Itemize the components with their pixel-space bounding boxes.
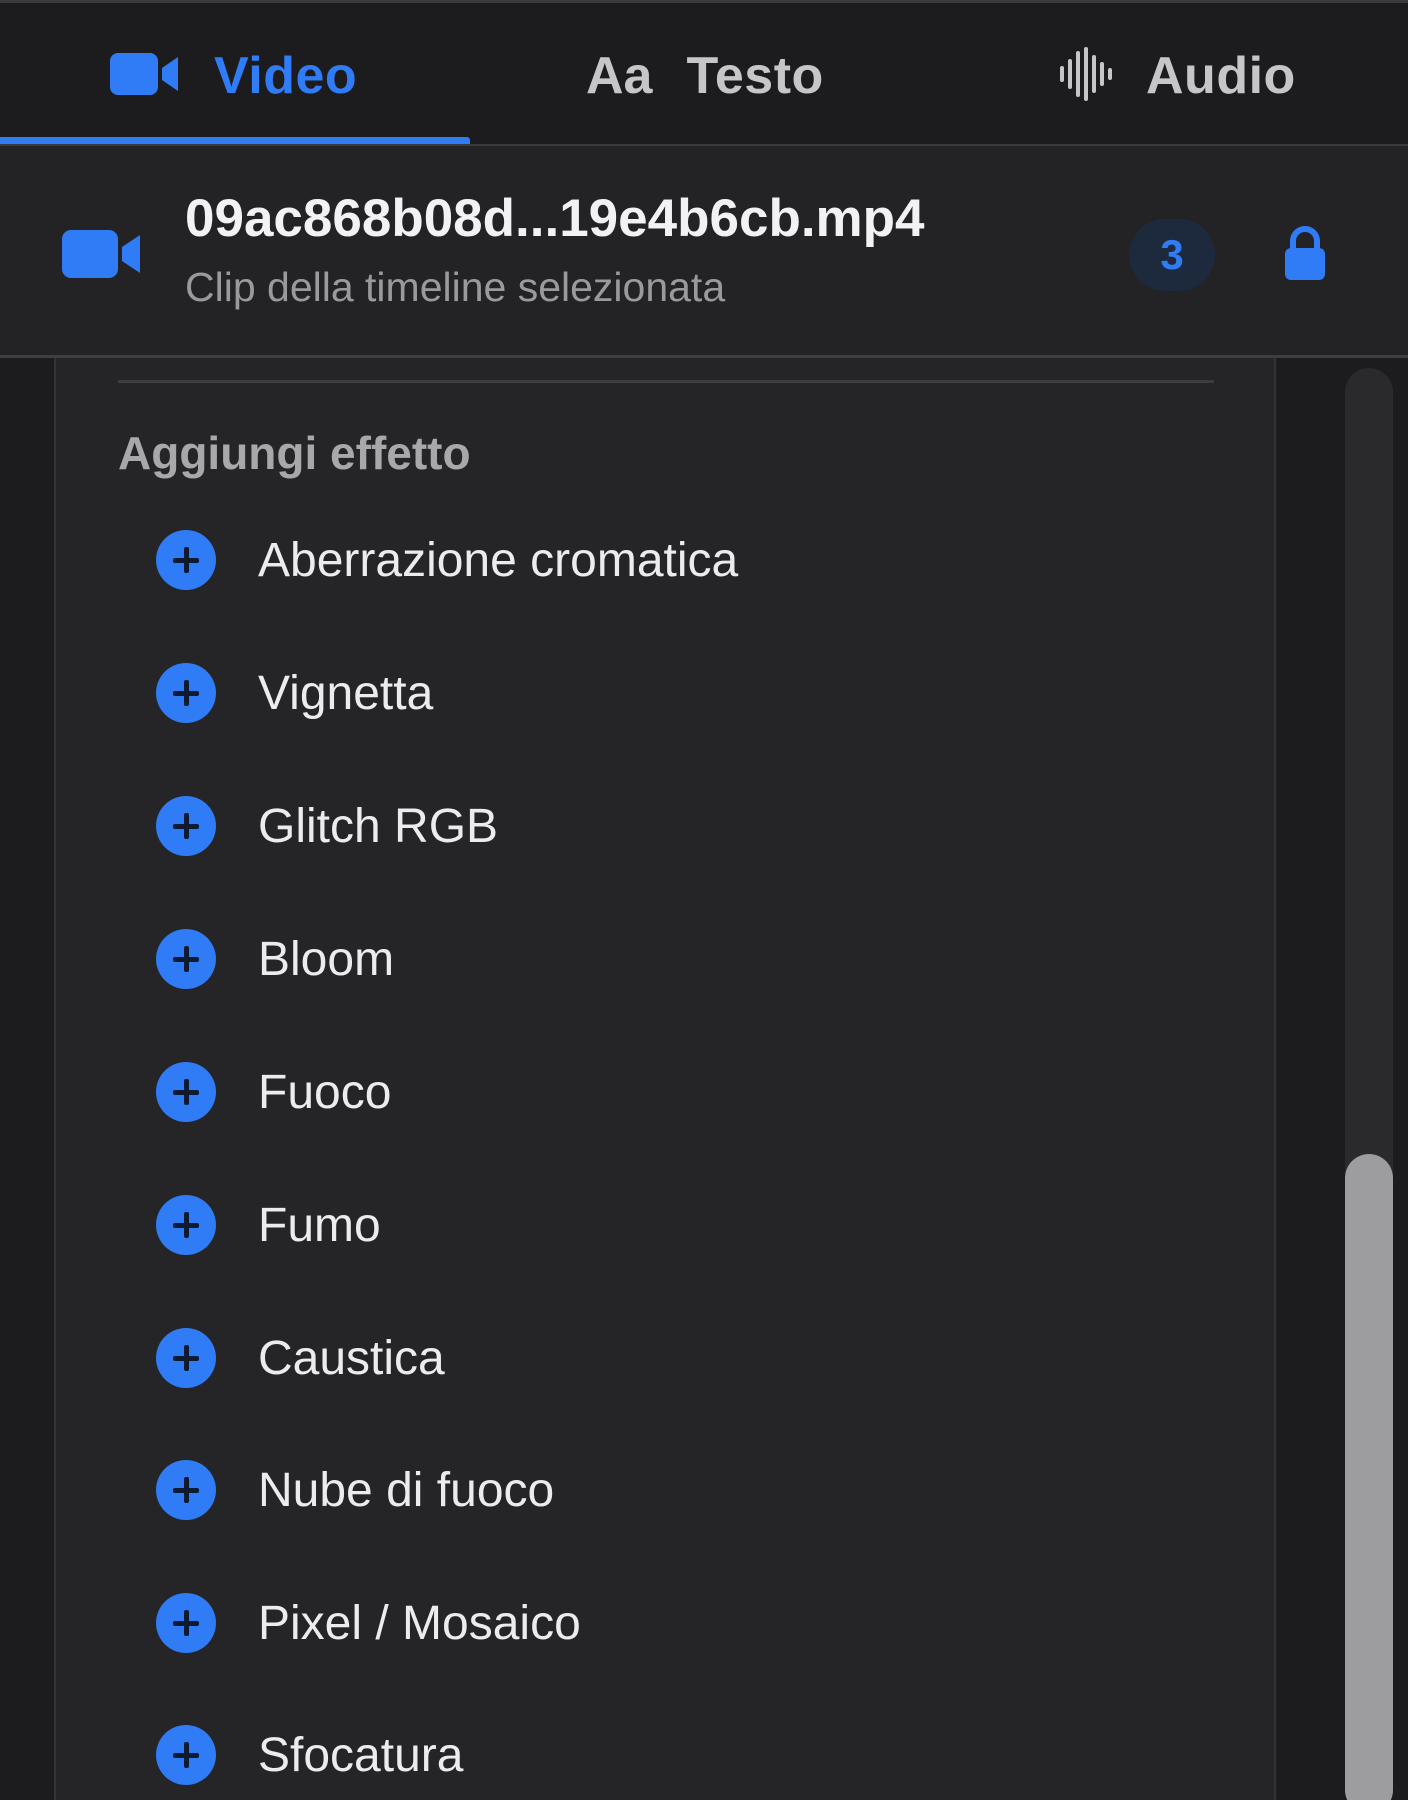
tab-testo-label: Testo [686, 47, 824, 105]
tab-video-label: Video [214, 47, 358, 105]
clip-filename: 09ac868b08d...19e4b6cb.mp4 [185, 189, 925, 248]
effect-label: Sfocatura [258, 1728, 464, 1782]
add-effect-heading: Aggiungi effetto [118, 427, 471, 479]
effect-item-aberrazione-cromatica[interactable]: Aberrazione cromatica [156, 510, 738, 610]
effect-item-fumo[interactable]: Fumo [156, 1175, 381, 1275]
effect-label: Fumo [258, 1198, 381, 1252]
tab-bar: Video Aa Testo Audio [0, 0, 1408, 146]
add-circle-icon[interactable] [156, 1460, 216, 1520]
effect-item-nube-di-fuoco[interactable]: Nube di fuoco [156, 1440, 554, 1540]
effect-label: Bloom [258, 932, 395, 986]
effect-item-sfocatura[interactable]: Sfocatura [156, 1705, 463, 1800]
effect-label: Fuoco [258, 1065, 392, 1119]
add-circle-icon[interactable] [156, 530, 216, 590]
tab-audio-label: Audio [1146, 47, 1296, 105]
add-circle-icon[interactable] [156, 1195, 216, 1255]
add-circle-icon[interactable] [156, 929, 216, 989]
effect-label: Vignetta [258, 666, 434, 720]
audio-waveform-icon [1058, 46, 1112, 106]
effect-label: Caustica [258, 1331, 445, 1385]
video-camera-icon [62, 228, 142, 285]
tab-testo[interactable]: Aa Testo [586, 6, 824, 146]
add-circle-icon[interactable] [156, 1593, 216, 1653]
effects-panel: Aggiungi effetto Aberrazione cromatica V… [54, 358, 1276, 1800]
add-circle-icon[interactable] [156, 1062, 216, 1122]
effects-count-badge: 3 [1129, 219, 1215, 291]
add-circle-icon[interactable] [156, 796, 216, 856]
selected-clip-header: 09ac868b08d...19e4b6cb.mp4 Clip della ti… [0, 146, 1408, 356]
inspector-window: Video Aa Testo Audio 09ac868b08d...19e4b… [0, 0, 1408, 1800]
effect-label: Aberrazione cromatica [258, 533, 739, 587]
effect-item-pixel-mosaico[interactable]: Pixel / Mosaico [156, 1573, 581, 1673]
add-circle-icon[interactable] [156, 1328, 216, 1388]
tab-video[interactable]: Video [110, 6, 357, 146]
effects-content: Aggiungi effetto Aberrazione cromatica V… [0, 358, 1408, 1800]
video-camera-icon [110, 51, 180, 102]
effect-item-caustica[interactable]: Caustica [156, 1308, 445, 1408]
divider [118, 380, 1214, 383]
scrollbar-thumb[interactable] [1345, 1154, 1393, 1800]
text-aa-icon: Aa [586, 47, 653, 105]
effect-item-glitch-rgb[interactable]: Glitch RGB [156, 776, 498, 876]
effect-item-vignetta[interactable]: Vignetta [156, 643, 433, 743]
effect-label: Glitch RGB [258, 799, 499, 853]
add-circle-icon[interactable] [156, 1725, 216, 1785]
effect-item-fuoco[interactable]: Fuoco [156, 1042, 391, 1142]
clip-subtitle: Clip della timeline selezionata [185, 264, 726, 310]
add-circle-icon[interactable] [156, 663, 216, 723]
effect-item-bloom[interactable]: Bloom [156, 909, 394, 1009]
effect-label: Pixel / Mosaico [258, 1596, 581, 1650]
effect-label: Nube di fuoco [258, 1463, 555, 1517]
tab-audio[interactable]: Audio [1058, 6, 1296, 146]
lock-icon[interactable] [1283, 226, 1327, 287]
